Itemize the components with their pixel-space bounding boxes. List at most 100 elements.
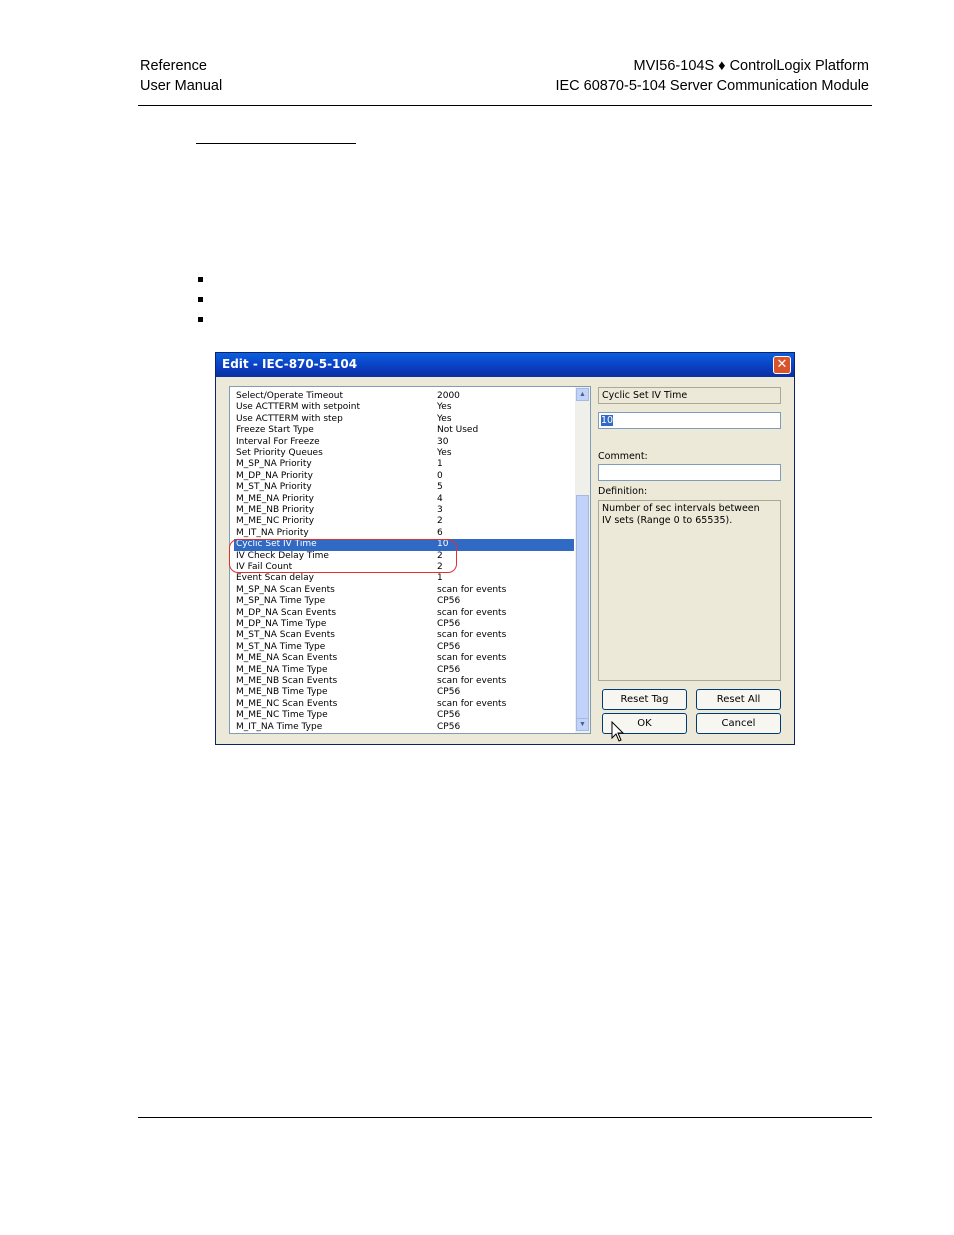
param-name: M_SP_NA Priority: [236, 459, 312, 470]
list-item[interactable]: M_ME_NC Time Type CP56: [234, 710, 574, 721]
scroll-thumb[interactable]: [576, 495, 589, 720]
chevron-down-icon: ▼: [579, 721, 586, 728]
param-name: Interval For Freeze: [236, 436, 320, 447]
cancel-button[interactable]: Cancel: [696, 713, 781, 734]
list-item[interactable]: Interval For Freeze 30: [234, 437, 574, 448]
param-name: Set Priority Queues: [236, 448, 323, 458]
param-name: M_ST_NA Time Type: [236, 641, 326, 652]
edit-dialog: Edit - IEC-870-5-104 ✕ Select/Operate Ti…: [215, 352, 795, 745]
param-value: CP56: [437, 596, 461, 607]
param-value: CP56: [437, 619, 461, 629]
header-rule: [138, 105, 872, 106]
scroll-up-button[interactable]: ▲: [576, 388, 589, 401]
param-name: Use ACTTERM with setpoint: [236, 402, 361, 413]
reset-all-button[interactable]: Reset All: [696, 689, 781, 710]
list-item[interactable]: Event Scan delay 1: [234, 573, 574, 584]
param-value: 1: [437, 459, 443, 470]
param-value: scan for events: [437, 653, 507, 664]
list-item[interactable]: M_ST_NA Scan Events scan for events: [234, 630, 574, 641]
list-item[interactable]: M_ST_NA Time Type CP56: [234, 642, 574, 653]
list-item[interactable]: Use ACTTERM with step Yes: [234, 414, 574, 425]
param-name: Select/Operate Timeout: [236, 391, 344, 401]
tag-name-field: Cyclic Set IV Time: [598, 387, 781, 404]
list-item[interactable]: M_IT_NA Priority 6: [234, 528, 574, 539]
param-value: scan for events: [437, 630, 507, 641]
param-value: CP56: [437, 721, 461, 732]
param-name: M_DP_NA Time Type: [236, 619, 327, 629]
list-item[interactable]: M_ME_NC Priority 2: [234, 516, 574, 527]
param-name: M_DP_NA Priority: [236, 470, 313, 481]
highlight-oval: [229, 539, 457, 573]
param-value: scan for events: [437, 584, 507, 595]
param-name: Event Scan delay: [236, 573, 314, 584]
list-item[interactable]: M_ME_NA Scan Events scan for events: [234, 653, 574, 664]
list-item[interactable]: Select/Operate Timeout 2000: [234, 391, 574, 402]
list-item[interactable]: M_ME_NB Time Type CP56: [234, 687, 574, 698]
bullet-marker: [198, 297, 203, 302]
list-item[interactable]: Use ACTTERM with setpoint Yes: [234, 402, 574, 413]
list-item[interactable]: M_ME_NA Priority 4: [234, 494, 574, 505]
section-underline: [196, 143, 356, 144]
header-left: Reference User Manual: [140, 56, 222, 96]
header-product: MVI56-104S ♦ ControlLogix Platform: [633, 58, 869, 74]
tag-value-text: 10: [601, 415, 614, 426]
comment-label: Comment:: [598, 451, 648, 462]
param-name: M_DP_NA Scan Events: [236, 607, 337, 618]
param-value: 4: [437, 493, 443, 504]
param-value: 0: [437, 470, 443, 481]
list-item[interactable]: M_DP_NA Scan Events scan for events: [234, 608, 574, 619]
param-value: CP56: [437, 687, 461, 698]
param-value: Not Used: [437, 425, 479, 436]
param-value: Yes: [437, 413, 452, 424]
list-item[interactable]: M_ME_NB Scan Events scan for events: [234, 676, 574, 687]
param-name: M_ME_NC Scan Events: [236, 698, 338, 709]
param-value: CP56: [437, 664, 461, 675]
param-value: scan for events: [437, 607, 507, 618]
param-name: M_ST_NA Scan Events: [236, 630, 335, 641]
definition-text: Number of sec intervals between IV sets …: [602, 503, 760, 526]
list-item[interactable]: Set Priority Queues Yes: [234, 448, 574, 459]
param-name: M_SP_NA Time Type: [236, 596, 326, 607]
param-name: M_ME_NB Priority: [236, 505, 315, 515]
param-name: M_IT_NA Time Type: [236, 721, 323, 732]
dialog-title: Edit - IEC-870-5-104: [222, 357, 358, 371]
vertical-scrollbar[interactable]: ▲ ▼: [575, 387, 590, 733]
param-name: M_ME_NC Time Type: [236, 710, 328, 721]
param-name: M_IT_NA Priority: [236, 527, 309, 538]
list-item[interactable]: M_SP_NA Priority 1: [234, 459, 574, 470]
footer-rule: [138, 1117, 872, 1118]
header-right: MVI56-104S ♦ ControlLogix Platform IEC 6…: [555, 56, 869, 96]
chevron-up-icon: ▲: [579, 391, 586, 398]
param-value: 30: [437, 436, 449, 447]
param-value: 2: [437, 516, 443, 527]
tag-value-input[interactable]: 10: [598, 412, 781, 429]
param-value: 2000: [437, 391, 460, 401]
param-name: M_ME_NA Time Type: [236, 664, 328, 675]
bullet-marker: [198, 317, 203, 322]
param-name: M_ST_NA Priority: [236, 482, 312, 493]
comment-input[interactable]: [598, 464, 781, 481]
list-item[interactable]: M_SP_NA Scan Events scan for events: [234, 585, 574, 596]
param-value: scan for events: [437, 698, 507, 709]
list-item[interactable]: M_DP_NA Priority 0: [234, 471, 574, 482]
list-item[interactable]: M_IT_NA Time Type CP56: [234, 722, 574, 733]
list-item[interactable]: M_ME_NC Scan Events scan for events: [234, 699, 574, 710]
close-button[interactable]: ✕: [773, 356, 791, 374]
reset-tag-button[interactable]: Reset Tag: [602, 689, 687, 710]
param-value: CP56: [437, 710, 461, 721]
bullet-marker: [198, 277, 203, 282]
param-name: Freeze Start Type: [236, 425, 314, 436]
param-value: scan for events: [437, 676, 507, 686]
list-item[interactable]: M_DP_NA Time Type CP56: [234, 619, 574, 630]
param-name: M_ME_NA Priority: [236, 493, 314, 504]
dialog-title-bar[interactable]: Edit - IEC-870-5-104 ✕: [216, 353, 794, 377]
list-item[interactable]: M_ME_NB Priority 3: [234, 505, 574, 516]
list-item[interactable]: Freeze Start Type Not Used: [234, 425, 574, 436]
param-value: CP56: [437, 641, 461, 652]
param-value: 3: [437, 505, 443, 515]
mouse-cursor-icon: [611, 721, 625, 742]
scroll-down-button[interactable]: ▼: [576, 718, 589, 731]
list-item[interactable]: M_ME_NA Time Type CP56: [234, 665, 574, 676]
list-item[interactable]: M_SP_NA Time Type CP56: [234, 596, 574, 607]
list-item[interactable]: M_ST_NA Priority 5: [234, 482, 574, 493]
